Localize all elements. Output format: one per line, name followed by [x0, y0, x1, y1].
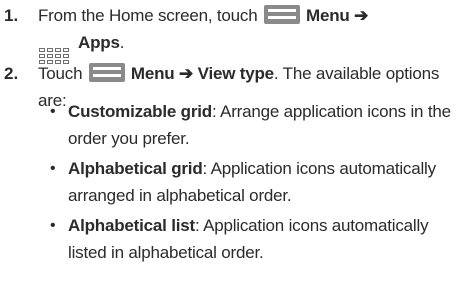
step-number: 1.	[4, 6, 19, 25]
menu-label: Menu	[306, 6, 350, 25]
menu-label: Menu	[130, 64, 175, 83]
arrow-icon: ➔	[354, 6, 369, 25]
option-title: Alphabetical grid	[68, 159, 203, 178]
menu-icon	[264, 5, 300, 24]
view-type-options: • Customizable grid: Arrange application…	[50, 98, 464, 269]
view-type-label: View type	[197, 64, 275, 83]
step-number: 2.	[4, 64, 19, 83]
list-item: • Alphabetical list: Application icons a…	[50, 212, 464, 266]
option-title: Alphabetical list	[68, 216, 195, 235]
option-title: Customizable grid	[68, 102, 212, 121]
arrow-icon: ➔	[179, 64, 194, 83]
step-text: From the Home screen, touch Menu ➔ Apps.	[38, 2, 468, 65]
bullet-icon: •	[50, 103, 56, 120]
menu-icon	[88, 63, 125, 82]
list-item: • Alphabetical grid: Application icons a…	[50, 155, 464, 209]
apps-label: Apps	[78, 33, 120, 52]
bullet-icon: •	[50, 160, 56, 177]
list-item: • Customizable grid: Arrange application…	[50, 98, 464, 152]
bullet-icon: •	[50, 217, 56, 234]
